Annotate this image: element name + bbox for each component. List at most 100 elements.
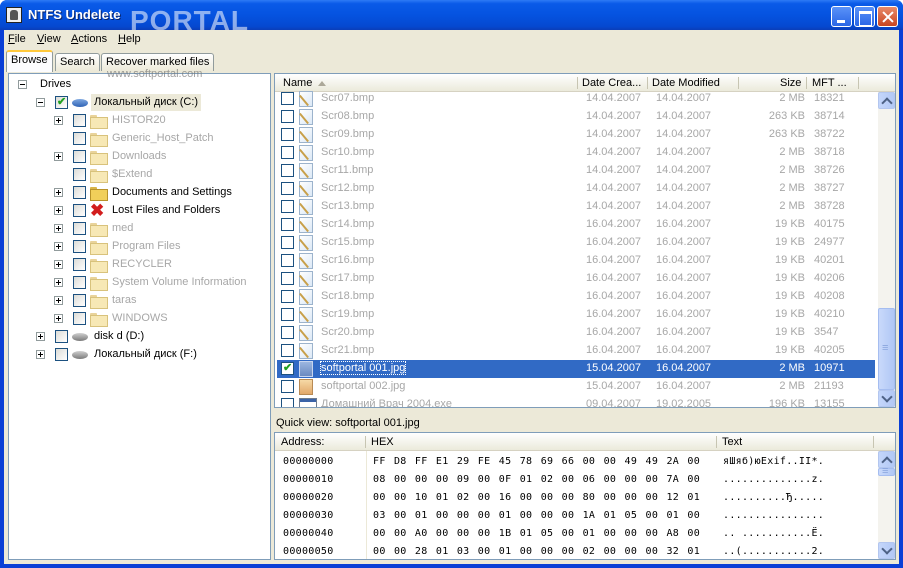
tree-folder[interactable]: Downloads (9, 148, 269, 166)
folder-checkbox[interactable] (73, 186, 86, 199)
column-header-name[interactable]: Name (283, 77, 327, 89)
file-row[interactable]: Scr14.bmp 16.04.2007 16.04.2007 19 KB 40175 (277, 216, 875, 234)
file-row[interactable]: Scr15.bmp 16.04.2007 16.04.2007 19 KB 24977 (277, 234, 875, 252)
expand-icon[interactable] (54, 314, 63, 323)
expand-icon[interactable] (36, 332, 45, 341)
file-row[interactable]: Scr07.bmp 14.04.2007 14.04.2007 2 MB 18321 (277, 90, 875, 108)
file-row[interactable]: Scr08.bmp 14.04.2007 14.04.2007 263 KB 38714 (277, 108, 875, 126)
file-row[interactable]: Scr09.bmp 14.04.2007 14.04.2007 263 KB 38722 (277, 126, 875, 144)
expand-icon[interactable] (54, 242, 63, 251)
column-header-text[interactable]: Text (722, 436, 742, 448)
tree-drive[interactable]: disk d (D:) (9, 328, 269, 346)
column-divider[interactable] (647, 77, 648, 89)
column-divider[interactable] (716, 436, 717, 448)
tree-folder[interactable]: med (9, 220, 269, 238)
tab-browse[interactable]: Browse (6, 50, 53, 72)
drive-checkbox[interactable] (55, 330, 68, 343)
folder-checkbox[interactable] (73, 222, 86, 235)
tree-folder[interactable]: HISTOR20 (9, 112, 269, 130)
file-checkbox[interactable] (281, 272, 294, 285)
folder-checkbox[interactable] (73, 168, 86, 181)
hex-viewer[interactable]: Address: HEX Text 00000000 FF D8 FF E1 29… (274, 432, 896, 560)
folder-checkbox[interactable] (73, 114, 86, 127)
folder-checkbox[interactable] (73, 276, 86, 289)
column-divider[interactable] (858, 77, 859, 89)
maximize-button[interactable] (854, 6, 875, 27)
folder-checkbox[interactable] (73, 150, 86, 163)
file-checkbox[interactable] (281, 128, 294, 141)
column-header-hex[interactable]: HEX (371, 436, 394, 448)
drive-checkbox[interactable] (55, 348, 68, 361)
file-checkbox[interactable] (281, 290, 294, 303)
drive-checkbox[interactable] (55, 95, 68, 109)
file-checkbox[interactable] (281, 92, 294, 105)
tree-drive[interactable]: Локальный диск (F:) (9, 346, 269, 364)
scroll-thumb[interactable] (878, 465, 895, 477)
file-row[interactable]: Scr10.bmp 14.04.2007 14.04.2007 2 MB 38718 (277, 144, 875, 162)
column-header-size[interactable]: Size (780, 77, 801, 89)
column-divider[interactable] (365, 436, 366, 448)
scroll-up-button[interactable] (878, 92, 895, 109)
file-row[interactable]: Scr21.bmp 16.04.2007 16.04.2007 19 KB 40205 (277, 342, 875, 360)
tree-folder[interactable]: taras (9, 292, 269, 310)
file-checkbox[interactable] (281, 380, 294, 393)
folder-checkbox[interactable] (73, 258, 86, 271)
file-row[interactable]: Scr16.bmp 16.04.2007 16.04.2007 19 KB 40201 (277, 252, 875, 270)
expand-icon[interactable] (54, 188, 63, 197)
tree-folder[interactable]: RECYCLER (9, 256, 269, 274)
file-checkbox[interactable] (281, 361, 294, 375)
menu-help[interactable]: Help (118, 33, 141, 45)
expand-icon[interactable] (54, 260, 63, 269)
column-divider[interactable] (577, 77, 578, 89)
menu-view[interactable]: View (37, 33, 61, 45)
hex-scrollbar[interactable] (878, 451, 895, 559)
expand-icon[interactable] (54, 152, 63, 161)
file-row[interactable]: softportal 002.jpg 15.04.2007 16.04.2007 2 … (277, 378, 875, 396)
tree-folder[interactable]: WINDOWS (9, 310, 269, 328)
collapse-icon[interactable] (18, 80, 27, 89)
expand-icon[interactable] (54, 206, 63, 215)
column-divider[interactable] (738, 77, 739, 89)
file-checkbox[interactable] (281, 146, 294, 159)
file-row[interactable]: Scr11.bmp 14.04.2007 14.04.2007 2 MB 38726 (277, 162, 875, 180)
tree-folder[interactable]: $Extend (9, 166, 269, 184)
file-row[interactable]: Scr20.bmp 16.04.2007 16.04.2007 19 KB 3547 (277, 324, 875, 342)
tab-search[interactable]: Search (55, 53, 100, 71)
file-checkbox[interactable] (281, 164, 294, 177)
minimize-button[interactable] (831, 6, 852, 27)
folder-checkbox[interactable] (73, 294, 86, 307)
file-list[interactable]: Name Date Crea... Date Modified Size MFT… (274, 73, 896, 408)
column-header-date-modified[interactable]: Date Modified (652, 77, 720, 89)
tree-folder[interactable]: System Volume Information (9, 274, 269, 292)
file-checkbox[interactable] (281, 182, 294, 195)
tree-folder[interactable]: Documents and Settings (9, 184, 269, 202)
scroll-thumb[interactable] (878, 308, 895, 390)
file-checkbox[interactable] (281, 344, 294, 357)
file-checkbox[interactable] (281, 398, 294, 407)
folder-checkbox[interactable] (73, 312, 86, 325)
menu-file[interactable]: File (8, 33, 26, 45)
file-checkbox[interactable] (281, 308, 294, 321)
file-row[interactable]: Домашний Врач 2004.exe 09.04.2007 19.02.20… (277, 396, 875, 407)
file-row[interactable]: Scr17.bmp 16.04.2007 16.04.2007 19 KB 40206 (277, 270, 875, 288)
expand-icon[interactable] (54, 296, 63, 305)
close-button[interactable] (877, 6, 898, 27)
tree-folder[interactable]: ✖ Lost Files and Folders (9, 202, 269, 220)
file-checkbox[interactable] (281, 236, 294, 249)
file-row[interactable]: Scr18.bmp 16.04.2007 16.04.2007 19 KB 40208 (277, 288, 875, 306)
tree-drive[interactable]: Локальный диск (C:) (9, 94, 269, 112)
title-bar[interactable]: NTFS Undelete PORTAL (0, 0, 903, 36)
file-checkbox[interactable] (281, 110, 294, 123)
column-header-address[interactable]: Address: (281, 436, 324, 448)
file-checkbox[interactable] (281, 326, 294, 339)
file-row[interactable]: softportal 001.jpg 15.04.2007 16.04.2007 2 … (277, 360, 875, 378)
file-row[interactable]: Scr13.bmp 14.04.2007 14.04.2007 2 MB 38728 (277, 198, 875, 216)
expand-icon[interactable] (54, 224, 63, 233)
menu-actions[interactable]: Actions (71, 33, 107, 45)
scroll-down-button[interactable] (878, 542, 895, 559)
tree-folder[interactable]: Generic_Host_Patch (9, 130, 269, 148)
file-row[interactable]: Scr19.bmp 16.04.2007 16.04.2007 19 KB 40210 (277, 306, 875, 324)
expand-icon[interactable] (36, 350, 45, 359)
folder-checkbox[interactable] (73, 132, 86, 145)
column-header-date-created[interactable]: Date Crea... (582, 77, 641, 89)
